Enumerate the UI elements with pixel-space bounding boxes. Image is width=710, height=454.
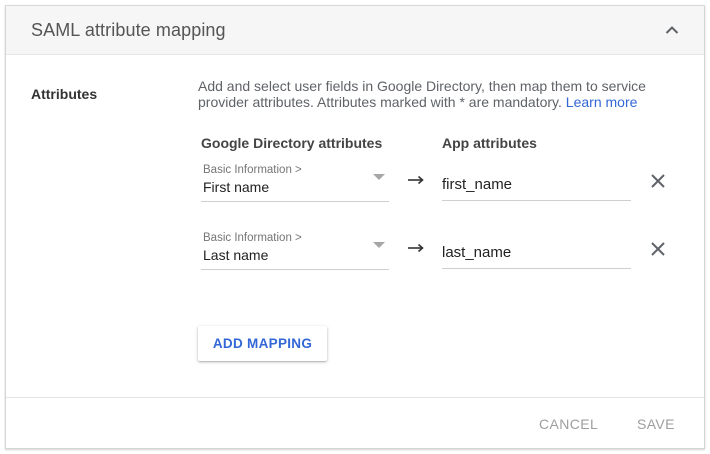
- close-icon[interactable]: [649, 240, 667, 258]
- arrow-right-icon: [406, 172, 426, 188]
- attributes-description: Add and select user fields in Google Dir…: [198, 78, 668, 110]
- chevron-up-icon[interactable]: [662, 20, 682, 40]
- footer-divider: [6, 397, 704, 398]
- mapping-row: Basic Information > First name: [6, 164, 704, 206]
- select-category: Basic Information >: [203, 164, 302, 176]
- google-directory-attributes-header: Google Directory attributes: [201, 135, 383, 151]
- google-directory-attribute-select[interactable]: Basic Information > Last name: [201, 232, 389, 270]
- app-attribute-input[interactable]: [442, 169, 631, 201]
- app-attribute-input[interactable]: [442, 237, 631, 269]
- mapping-row: Basic Information > Last name: [6, 232, 704, 274]
- card-header[interactable]: SAML attribute mapping: [6, 6, 704, 55]
- attributes-section-label: Attributes: [31, 86, 98, 102]
- select-value: First name: [203, 179, 270, 195]
- saml-attribute-mapping-card: SAML attribute mapping Attributes Add an…: [5, 5, 705, 449]
- arrow-right-icon: [406, 240, 426, 256]
- select-category: Basic Information >: [203, 232, 302, 244]
- cancel-button[interactable]: CANCEL: [539, 416, 598, 432]
- google-directory-attribute-select[interactable]: Basic Information > First name: [201, 164, 389, 202]
- select-value: Last name: [203, 247, 269, 263]
- dropdown-caret-icon: [373, 174, 385, 180]
- learn-more-link[interactable]: Learn more: [566, 94, 638, 110]
- dropdown-caret-icon: [373, 242, 385, 248]
- close-icon[interactable]: [649, 172, 667, 190]
- card-title: SAML attribute mapping: [31, 20, 226, 40]
- app-attributes-header: App attributes: [442, 135, 537, 151]
- save-button[interactable]: SAVE: [637, 416, 675, 432]
- add-mapping-button[interactable]: ADD MAPPING: [198, 326, 327, 361]
